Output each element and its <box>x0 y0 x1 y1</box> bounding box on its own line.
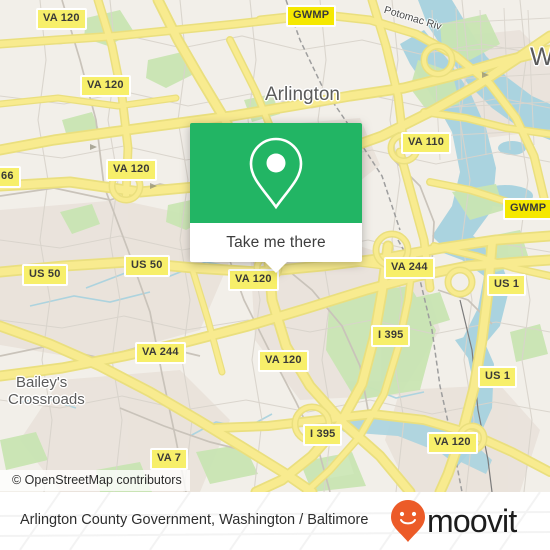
popup-header <box>190 123 362 223</box>
road-shield[interactable]: VA 120 <box>106 159 157 181</box>
place-label-arlington: Arlington <box>265 84 340 105</box>
popup-body[interactable]: Take me there <box>190 223 362 273</box>
location-pin-icon <box>249 137 303 210</box>
road-shield[interactable]: VA 244 <box>384 257 435 279</box>
road-shield[interactable]: 66 <box>0 166 21 188</box>
road-shield[interactable]: VA 110 <box>401 132 452 154</box>
road-shield[interactable]: VA 244 <box>135 342 186 364</box>
take-me-there-button[interactable]: Take me there <box>226 234 326 252</box>
road-shield[interactable]: US 50 <box>124 255 170 277</box>
moovit-logo[interactable]: moovit <box>390 499 522 543</box>
road-shield[interactable]: I 395 <box>303 424 343 446</box>
moovit-wordmark: moovit <box>427 502 517 539</box>
road-shield[interactable]: US 1 <box>478 366 518 388</box>
footer-bar: Arlington County Government, Washington … <box>0 492 550 550</box>
osm-attribution[interactable]: © OpenStreetMap contributors <box>0 470 190 491</box>
place-label-baileys: Bailey's <box>16 374 68 391</box>
road-shield[interactable]: VA 120 <box>36 8 87 30</box>
road-shield[interactable]: US 1 <box>487 274 527 296</box>
map-popup-card[interactable]: Take me there <box>190 123 362 273</box>
moovit-smiley-pin-icon <box>391 500 425 542</box>
road-shield[interactable]: VA 7 <box>150 448 189 470</box>
popup-pointer <box>265 262 287 273</box>
road-shield[interactable]: I 395 <box>371 325 411 347</box>
place-label-washington: W <box>530 43 550 71</box>
road-shield[interactable]: US 50 <box>22 264 68 286</box>
road-shield[interactable]: GWMP <box>286 5 337 27</box>
road-shield[interactable]: VA 120 <box>427 432 478 454</box>
location-title: Arlington County Government, Washington … <box>20 512 369 529</box>
place-label-crossroads: Crossroads <box>8 391 85 408</box>
road-shield[interactable]: VA 120 <box>258 350 309 372</box>
road-shield[interactable]: VA 120 <box>80 75 131 97</box>
screenshot-root: VA 120 GWMP VA 120 VA 110 VA 120 66 GWMP… <box>0 0 550 550</box>
road-shield[interactable]: GWMP <box>503 198 550 220</box>
